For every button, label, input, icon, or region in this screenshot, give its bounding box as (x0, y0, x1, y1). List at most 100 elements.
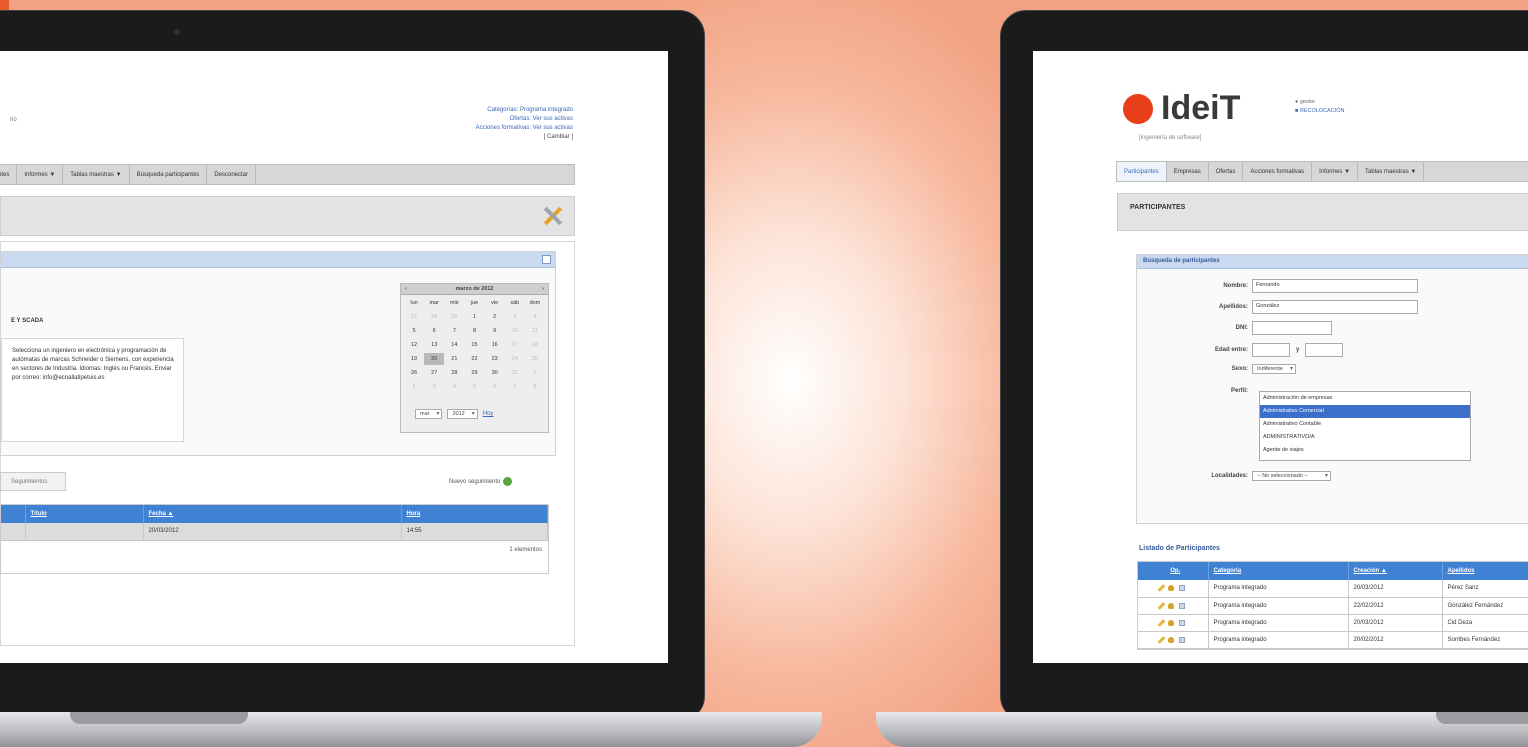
header-link-categorias[interactable]: Categorías: Programa integrado (476, 106, 573, 115)
edit-icon[interactable] (1157, 601, 1166, 610)
calendar-day[interactable]: 14 (444, 339, 464, 351)
calendar-day[interactable]: 27 (404, 311, 424, 323)
calendar-day[interactable]: 1 (525, 367, 545, 379)
nav-ofertas[interactable]: Ofertas (1209, 162, 1244, 181)
table-row[interactable]: 20/03/2012 14:55 (1, 523, 548, 541)
perfil-option[interactable]: Administración de empresas (1260, 392, 1470, 405)
calendar-day[interactable]: 8 (464, 325, 484, 337)
nav-participantes[interactable]: Participantes (1117, 162, 1167, 181)
calendar-day[interactable]: 4 (525, 311, 545, 323)
calendar-day[interactable]: 17 (505, 339, 525, 351)
col-header-categoria[interactable]: Categoría (1208, 562, 1349, 580)
document-icon[interactable] (1179, 602, 1186, 609)
user-icon[interactable] (1168, 619, 1175, 626)
col-header-op[interactable]: Op. (1138, 562, 1209, 580)
col-header-apellidos[interactable]: Apellidos (1442, 562, 1528, 580)
edit-icon[interactable] (1157, 618, 1166, 627)
calendar-day[interactable]: 7 (444, 325, 464, 337)
document-icon[interactable] (1179, 636, 1186, 643)
user-icon[interactable] (1168, 602, 1175, 609)
document-icon[interactable] (1179, 619, 1186, 626)
nav-empresas[interactable]: Empresas (1167, 162, 1209, 181)
nav-desconectar[interactable]: Desconectar (207, 165, 256, 184)
perfil-option[interactable]: ADMINISTRATIVO/A (1260, 431, 1470, 444)
user-icon[interactable] (1168, 636, 1175, 643)
calendar-day[interactable]: 16 (485, 339, 505, 351)
calendar-day[interactable]: 5 (404, 325, 424, 337)
table-row[interactable]: Programa integrado 20/03/2012 Cid Deza (1138, 614, 1528, 632)
nav-tablas-maestras[interactable]: Tablas maestras ▼ (1358, 162, 1425, 181)
calendar-day[interactable]: 24 (505, 353, 525, 365)
sexo-select[interactable]: Indiferente (1252, 364, 1296, 374)
calendar-day[interactable]: 28 (444, 367, 464, 379)
calendar-day[interactable]: 8 (525, 381, 545, 393)
calendar-day[interactable]: 6 (485, 381, 505, 393)
calendar-day[interactable]: 27 (424, 367, 444, 379)
edad-max-input[interactable] (1305, 343, 1344, 357)
perfil-option[interactable]: Agente de viajes (1260, 444, 1470, 457)
edit-icon[interactable] (1157, 584, 1166, 593)
calendar-day[interactable]: 21 (444, 353, 464, 365)
calendar-day[interactable]: 9 (485, 325, 505, 337)
calendar-next[interactable]: › (542, 286, 544, 292)
calendar-day[interactable]: 6 (424, 325, 444, 337)
dni-input[interactable] (1252, 321, 1332, 335)
calendar-day[interactable]: 22 (464, 353, 484, 365)
col-header-hora[interactable]: Hora (401, 505, 548, 523)
nav-participantes[interactable]: ntes (0, 165, 18, 184)
calendar-day[interactable]: 31 (505, 367, 525, 379)
calendar-day[interactable]: 19 (404, 353, 424, 365)
calendar-day[interactable]: 15 (464, 339, 484, 351)
calendar-day[interactable]: 26 (404, 367, 424, 379)
table-row[interactable]: Programa integrado 20/03/2012 Pérez Sanz (1138, 580, 1528, 598)
header-link-ofertas[interactable]: Ofertas: Ver sus activas (476, 115, 573, 124)
calendar-day[interactable]: 10 (505, 325, 525, 337)
header-link-acciones[interactable]: Acciones formativas: Ver sus activas (476, 124, 573, 133)
calendar-day[interactable]: 30 (485, 367, 505, 379)
calendar-day[interactable]: 5 (464, 381, 484, 393)
calendar-day[interactable]: 23 (485, 353, 505, 365)
col-header-creacion[interactable]: Creación ▲ (1348, 562, 1443, 580)
nav-acciones[interactable]: Acciones formativas (1243, 162, 1313, 181)
calendar-day[interactable]: 2 (404, 381, 424, 393)
today-link[interactable]: Hoy (483, 411, 494, 417)
change-link[interactable]: [ Cambiar ] (476, 133, 573, 142)
collapse-button[interactable] (542, 255, 551, 264)
calendar-day[interactable]: 4 (444, 381, 464, 393)
tab-seguimientos[interactable]: Seguimientos (0, 472, 66, 491)
col-header-fecha[interactable]: Fecha ▲ (143, 505, 402, 523)
edit-icon[interactable] (1157, 635, 1166, 644)
calendar-day[interactable]: 3 (505, 311, 525, 323)
apellidos-input[interactable]: González (1252, 300, 1418, 314)
nav-tablas-maestras[interactable]: Tablas maestras ▼ (63, 165, 130, 184)
calendar-day-selected[interactable]: 20 (424, 353, 445, 365)
col-header-titulo[interactable]: Título (25, 505, 144, 523)
perfil-listbox[interactable]: Administración de empresas Administrativ… (1259, 391, 1471, 461)
user-area[interactable]: ■ RECOLOCACIÓN (1295, 107, 1344, 116)
calendar-day[interactable]: 2 (485, 311, 505, 323)
nav-busqueda[interactable]: Búsqueda participantes (130, 165, 208, 184)
edad-min-input[interactable] (1252, 343, 1290, 357)
calendar-day[interactable]: 18 (525, 339, 545, 351)
calendar-day[interactable]: 29 (444, 311, 464, 323)
nav-informes[interactable]: Informes ▼ (1312, 162, 1359, 181)
calendar-day[interactable]: 7 (505, 381, 525, 393)
table-row[interactable]: Programa integrado 20/02/2012 Sorribes F… (1138, 631, 1528, 649)
calendar-day[interactable]: 25 (525, 353, 545, 365)
calendar-day[interactable]: 13 (424, 339, 444, 351)
user-icon[interactable] (1168, 585, 1175, 592)
perfil-option-selected[interactable]: Administrativo Comercial (1260, 405, 1470, 418)
table-row[interactable]: Programa integrado 22/02/2012 González F… (1138, 597, 1528, 615)
calendar-day[interactable]: 28 (424, 311, 444, 323)
calendar-day[interactable]: 12 (404, 339, 424, 351)
nav-informes[interactable]: Informes ▼ (17, 165, 64, 184)
calendar-day[interactable]: 29 (464, 367, 484, 379)
nombre-input[interactable]: Fernando (1252, 279, 1418, 293)
calendar-day[interactable]: 1 (464, 311, 484, 323)
perfil-option[interactable]: Administrativo Contable (1260, 418, 1470, 431)
document-icon[interactable] (1179, 585, 1186, 592)
calendar-prev[interactable]: ‹ (405, 286, 407, 292)
localidades-select[interactable]: -- No seleccionado -- (1252, 471, 1332, 481)
month-select[interactable]: mar (415, 409, 443, 419)
new-followup-link[interactable]: Nuevo seguimiento (449, 477, 513, 486)
